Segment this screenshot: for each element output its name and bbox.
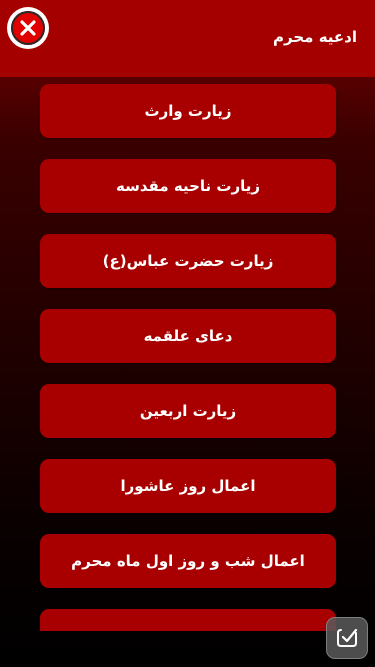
- page-title: ادعیه محرم: [273, 28, 357, 46]
- menu-item-ziarat-vares[interactable]: زیارت وارث: [40, 84, 336, 138]
- header-bar: ادعیه محرم: [0, 0, 375, 77]
- menu-item-ziarat-nahieh[interactable]: زیارت ناحیه مقدسه: [40, 159, 336, 213]
- menu-item-doa-alqameh[interactable]: دعای علقمه: [40, 309, 336, 363]
- menu-item-ziarat-arbaeen[interactable]: زیارت اربعین: [40, 384, 336, 438]
- menu-item-ziarat-abbas[interactable]: زیارت حضرت عباس(ع): [40, 234, 336, 288]
- menu-item-amal-moharram[interactable]: اعمال شب و روز اول ماه محرم: [40, 534, 336, 588]
- close-button[interactable]: [7, 7, 49, 49]
- menu-item-amal-ashura[interactable]: اعمال روز عاشورا: [40, 459, 336, 513]
- menu-item-partial[interactable]: [40, 609, 336, 631]
- menu-list: زیارت وارث زیارت ناحیه مقدسه زیارت حضرت …: [0, 0, 375, 631]
- close-icon: [11, 11, 45, 45]
- check-badge-icon[interactable]: [326, 617, 368, 659]
